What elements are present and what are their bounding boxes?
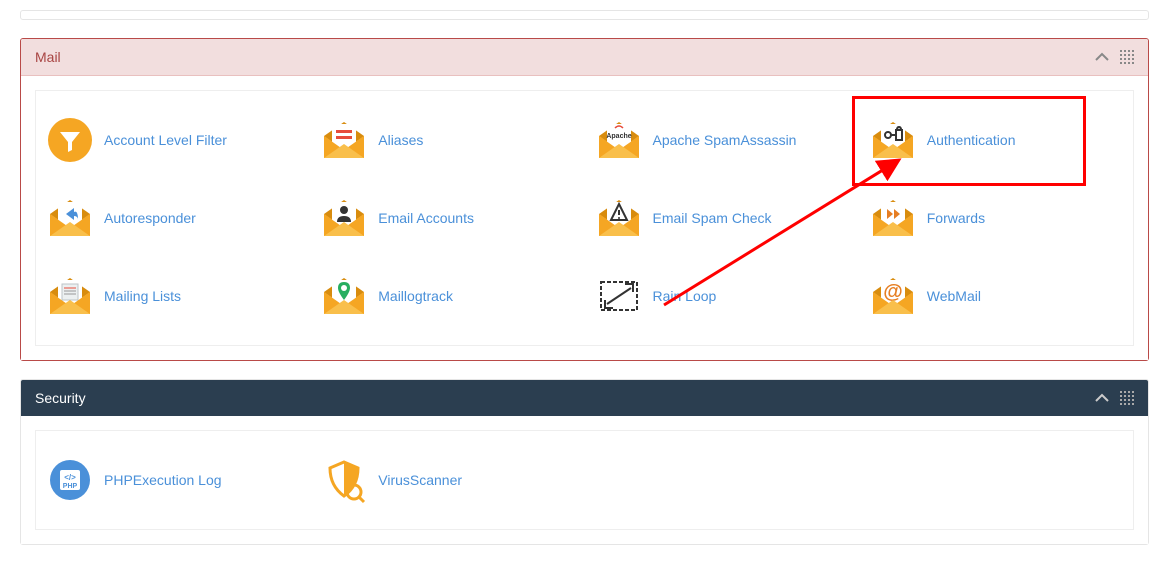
person-icon (320, 194, 368, 242)
item-label: Apache SpamAssassin (653, 132, 797, 148)
security-panel-body: </>PHP PHPExecution Log VirusScanner (21, 416, 1148, 544)
mail-panel: Mail Account Level Filter Aliases (20, 38, 1149, 361)
email-spam-check-item[interactable]: Email Spam Check (585, 179, 859, 257)
item-label: PHPExecution Log (104, 472, 222, 488)
lock-icon (869, 116, 917, 164)
authentication-item[interactable]: Authentication (859, 101, 1133, 179)
warning-icon (595, 194, 643, 242)
mail-panel-title: Mail (35, 49, 61, 65)
autoresponder-item[interactable]: Autoresponder (36, 179, 310, 257)
webmail-item[interactable]: @ WebMail (859, 257, 1133, 335)
security-panel-inner: </>PHP PHPExecution Log VirusScanner (35, 430, 1134, 530)
phpexecution-log-item[interactable]: </>PHP PHPExecution Log (36, 441, 310, 519)
reply-icon (46, 194, 94, 242)
mail-header-controls (1094, 50, 1134, 64)
svg-text:@: @ (883, 281, 903, 303)
rain-loop-item[interactable]: Rain Loop (585, 257, 859, 335)
email-accounts-item[interactable]: Email Accounts (310, 179, 584, 257)
at-icon: @ (869, 272, 917, 320)
collapsed-panel-above (20, 10, 1149, 20)
grip-icon[interactable] (1120, 50, 1134, 64)
chevron-up-icon[interactable] (1094, 52, 1110, 62)
svg-text:Apache: Apache (606, 133, 631, 140)
security-header-controls (1094, 391, 1134, 405)
chevron-up-icon[interactable] (1094, 393, 1110, 403)
item-label: Mailing Lists (104, 288, 181, 304)
svg-text:PHP: PHP (63, 483, 78, 490)
item-label: Account Level Filter (104, 132, 227, 148)
grip-icon[interactable] (1120, 391, 1134, 405)
svg-text:</>: </> (64, 473, 76, 482)
security-items-grid: </>PHP PHPExecution Log VirusScanner (36, 441, 1133, 519)
virus-scanner-item[interactable]: VirusScanner (310, 441, 584, 519)
item-label: Maillogtrack (378, 288, 453, 304)
item-label: Aliases (378, 132, 423, 148)
item-label: VirusScanner (378, 472, 462, 488)
item-label: Email Accounts (378, 210, 474, 226)
mail-panel-inner: Account Level Filter Aliases Apache Apac… (35, 90, 1134, 346)
shield-icon (320, 456, 368, 504)
mail-panel-header[interactable]: Mail (21, 39, 1148, 76)
item-label: Rain Loop (653, 288, 717, 304)
security-panel-title: Security (35, 390, 86, 406)
item-label: Authentication (927, 132, 1016, 148)
apache-icon: Apache (595, 116, 643, 164)
maillogtrack-item[interactable]: Maillogtrack (310, 257, 584, 335)
item-label: Email Spam Check (653, 210, 772, 226)
rainloop-icon (595, 272, 643, 320)
mail-items-grid: Account Level Filter Aliases Apache Apac… (36, 101, 1133, 335)
mailing-lists-item[interactable]: Mailing Lists (36, 257, 310, 335)
forward-icon (869, 194, 917, 242)
list-icon (46, 272, 94, 320)
account-level-filter-item[interactable]: Account Level Filter (36, 101, 310, 179)
forwards-item[interactable]: Forwards (859, 179, 1133, 257)
pin-icon (320, 272, 368, 320)
mail-panel-body: Account Level Filter Aliases Apache Apac… (21, 76, 1148, 360)
aliases-icon (320, 116, 368, 164)
php-icon: </>PHP (46, 456, 94, 504)
item-label: Autoresponder (104, 210, 196, 226)
aliases-item[interactable]: Aliases (310, 101, 584, 179)
apache-spamassassin-item[interactable]: Apache Apache SpamAssassin (585, 101, 859, 179)
funnel-icon (46, 116, 94, 164)
security-panel-header[interactable]: Security (21, 380, 1148, 416)
item-label: Forwards (927, 210, 985, 226)
item-label: WebMail (927, 288, 981, 304)
security-panel: Security </>PHP PHPExecution Log VirusSc… (20, 379, 1149, 545)
